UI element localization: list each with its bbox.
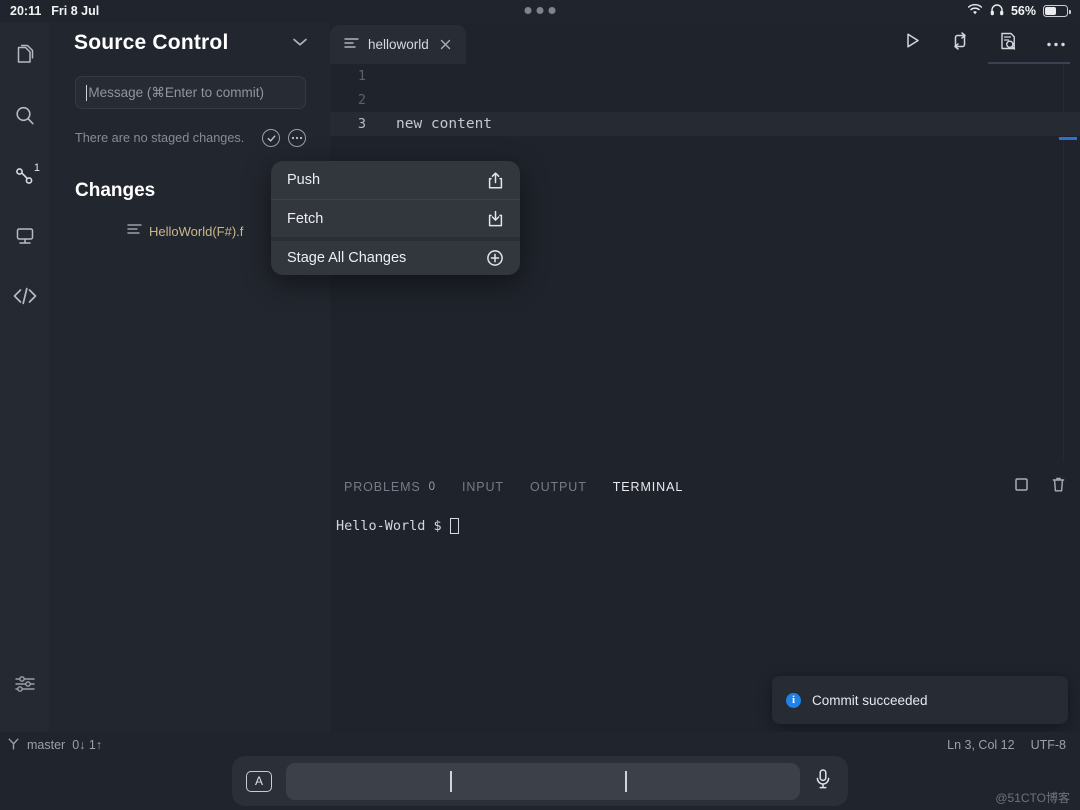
branch-name: master — [27, 738, 66, 752]
ios-status-bar: 20:11 Fri 8 Jul 56% — [0, 0, 1080, 22]
status-bar-right: 56% — [967, 3, 1071, 19]
text-caret — [86, 84, 88, 101]
info-icon: i — [786, 692, 801, 708]
plus-circle-icon — [486, 249, 504, 267]
chevron-down-icon[interactable] — [292, 34, 308, 52]
tab-problems[interactable]: PROBLEMS 0 — [344, 480, 436, 494]
terminal-prompt: Hello-World $ — [336, 518, 442, 534]
staged-status-text: There are no staged changes. — [75, 131, 245, 145]
tab-input[interactable]: INPUT — [462, 480, 504, 494]
multitask-handle-icon[interactable] — [524, 7, 556, 14]
sync-counts: 0↓ 1↑ — [72, 738, 103, 752]
line-number: 1 — [357, 68, 366, 84]
trash-icon[interactable] — [1051, 476, 1066, 498]
status-bar-bottom-right: Ln 3, Col 12 UTF-8 — [947, 738, 1066, 752]
swap-arrows-icon[interactable] — [950, 31, 970, 56]
source-control-badge: 1 — [33, 162, 40, 174]
line-text: new content — [396, 116, 493, 132]
editor-action-bar — [903, 22, 1066, 64]
sidebar-item-settings[interactable] — [0, 656, 49, 716]
panel-action-bar — [1014, 476, 1066, 498]
page-title: Source Control — [74, 31, 229, 54]
tab-terminal[interactable]: TERMINAL — [613, 480, 683, 494]
code-line: 1 — [330, 64, 1080, 88]
battery-icon — [1043, 5, 1071, 17]
sidebar-item-explorer[interactable] — [0, 28, 49, 88]
line-number: 2 — [357, 92, 366, 108]
remote-display-icon — [13, 224, 37, 253]
toast-message: Commit succeeded — [812, 692, 928, 708]
file-lines-icon — [344, 37, 359, 52]
text-caret-right — [625, 770, 627, 792]
square-icon[interactable] — [1014, 477, 1029, 497]
staged-status-row: There are no staged changes. — [75, 129, 306, 147]
search-icon — [13, 104, 37, 133]
code-line-active: 3 new content — [330, 112, 1080, 136]
editor-tabbar: helloworld — [330, 22, 1080, 64]
menu-item-push[interactable]: Push — [271, 161, 520, 199]
menu-item-stage-all-changes[interactable]: Stage All Changes — [271, 237, 520, 275]
terminal-cursor — [449, 518, 459, 534]
sidebar-header: Source Control — [49, 22, 330, 64]
menu-item-label: Stage All Changes — [287, 250, 407, 266]
text-caret-left — [450, 770, 452, 792]
clock: 20:11 — [10, 4, 42, 18]
microphone-icon[interactable] — [814, 768, 832, 795]
status-bar-left: 20:11 Fri 8 Jul — [0, 4, 99, 18]
encoding-label[interactable]: UTF-8 — [1031, 738, 1066, 752]
trackpad-area[interactable] — [286, 762, 800, 800]
editor-area: helloworld 1 2 3 new content PROBLEMS 0 … — [330, 22, 1080, 732]
context-menu: Push Fetch Stage All Changes — [271, 161, 520, 275]
commit-placeholder: Message (⌘Enter to commit) — [88, 84, 264, 100]
change-file-name: HelloWorld(F#).f — [149, 223, 244, 239]
sidebar-item-extensions[interactable] — [0, 268, 49, 328]
headphones-icon — [990, 3, 1004, 19]
menu-item-label: Fetch — [287, 210, 324, 227]
sidebar-item-source-control[interactable]: 1 — [0, 148, 49, 208]
sidebar-item-remote[interactable] — [0, 208, 49, 268]
sidebar-item-search[interactable] — [0, 88, 49, 148]
wifi-icon — [967, 3, 983, 19]
check-circle-icon[interactable] — [262, 129, 280, 147]
editor-scrollbar[interactable] — [1063, 64, 1064, 462]
tab-problems-label: PROBLEMS — [344, 480, 421, 494]
keyboard-a-key[interactable]: A — [246, 770, 272, 792]
battery-percent: 56% — [1010, 4, 1036, 18]
cursor-position[interactable]: Ln 3, Col 12 — [947, 738, 1014, 752]
terminal-output[interactable]: Hello-World $ — [330, 512, 1080, 534]
files-icon — [12, 43, 37, 73]
more-circle-icon[interactable] — [288, 129, 306, 147]
ellipsis-icon[interactable] — [1046, 34, 1066, 52]
tab-label: helloworld — [368, 37, 429, 52]
sliders-icon — [13, 673, 37, 700]
watermark: @51CTO博客 — [995, 791, 1070, 805]
close-icon[interactable] — [440, 37, 451, 53]
status-bar-bottom-left[interactable]: master 0↓ 1↑ — [0, 737, 102, 754]
share-up-icon — [487, 171, 504, 190]
date-label: Fri 8 Jul — [51, 4, 100, 18]
code-line: 2 — [330, 88, 1080, 112]
git-branch-icon — [7, 737, 20, 754]
download-into-icon — [487, 209, 504, 228]
file-lines-icon — [127, 222, 142, 240]
tab-output[interactable]: OUTPUT — [530, 480, 587, 494]
vscode-ipad-window: 20:11 Fri 8 Jul 56% 1 Source Control Mes… — [0, 0, 1080, 810]
minimap-change-marker — [1059, 137, 1077, 140]
commit-message-input[interactable]: Message (⌘Enter to commit) — [75, 76, 306, 109]
line-number: 3 — [357, 116, 366, 132]
keyboard-dock: A — [232, 756, 848, 806]
play-icon[interactable] — [903, 31, 922, 55]
activity-bar: 1 — [0, 22, 49, 732]
code-brackets-icon — [11, 284, 39, 313]
status-bar-bottom: master 0↓ 1↑ Ln 3, Col 12 UTF-8 — [0, 732, 1080, 758]
source-control-sidebar: Source Control Message (⌘Enter to commit… — [49, 22, 330, 732]
menu-item-label: Push — [287, 172, 321, 188]
problems-count: 0 — [428, 481, 436, 493]
notification-toast[interactable]: i Commit succeeded — [772, 676, 1068, 724]
menu-item-fetch[interactable]: Fetch — [271, 199, 520, 237]
document-search-icon[interactable] — [998, 31, 1018, 56]
panel-tab-bar: PROBLEMS 0 INPUT OUTPUT TERMINAL — [330, 462, 1080, 512]
tab-helloworld[interactable]: helloworld — [330, 25, 466, 64]
